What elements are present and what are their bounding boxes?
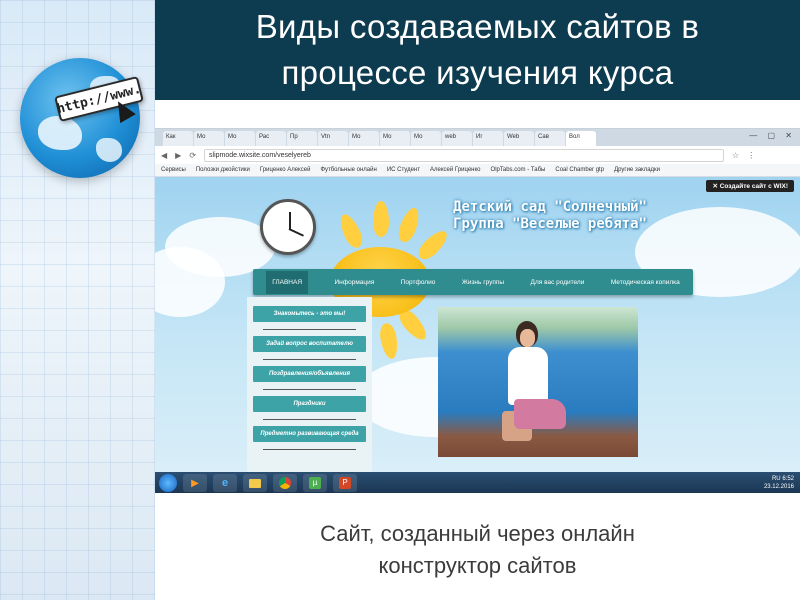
continent-shape	[96, 138, 122, 162]
left-decoration: http://www.	[0, 0, 155, 600]
browser-tab[interactable]: Мо	[380, 131, 410, 146]
caption-line1: Сайт, созданный через онлайн	[320, 521, 635, 546]
menu-icon[interactable]: ⋮	[747, 151, 755, 160]
website-content: ✕ Создайте сайт с WIX! Детский сад "Солн…	[155, 177, 800, 472]
reload-icon[interactable]: ⟳	[189, 151, 196, 160]
site-menu-item[interactable]: ГЛАВНАЯ	[266, 270, 309, 294]
bookmark-item[interactable]: Полозки джойстики	[196, 167, 250, 173]
slide-title-line1: Виды создаваемых сайтов в	[255, 8, 700, 45]
system-tray[interactable]: RU 6:52 23.12.2016	[764, 475, 794, 491]
bookmark-item[interactable]: Алексей Гриценко	[430, 167, 481, 173]
browser-tab[interactable]: Вол	[566, 131, 596, 146]
browser-tab[interactable]: Vtn	[318, 131, 348, 146]
side-menu-item[interactable]: Поздравления/объявления	[253, 366, 366, 390]
utorrent-icon[interactable]: µ	[303, 474, 327, 492]
photo-person	[514, 399, 566, 429]
browser-tab[interactable]: Мо	[194, 131, 224, 146]
browser-tab[interactable]: Сав	[535, 131, 565, 146]
browser-tab[interactable]: Пр	[287, 131, 317, 146]
bookmarks-bar: Сервисы Полозки джойстики Гриценко Алексей…	[155, 164, 800, 177]
slide-title: Виды создаваемых сайтов в процессе изуче…	[256, 4, 700, 96]
browser-tab[interactable]: Рас	[256, 131, 286, 146]
address-bar: ◀ ▶ ⟳ slipmode.wixsite.com/veselyereb ☆ …	[155, 146, 800, 164]
side-menu-item[interactable]: Задай вопрос воспитателю	[253, 336, 366, 360]
browser-screenshot: Как Мо Мо Рас Пр Vtn Мо Мо Мо web Иг Web Сав Вол — ▢ …	[155, 128, 800, 493]
browser-tab[interactable]: Web	[504, 131, 534, 146]
chrome-icon[interactable]	[273, 474, 297, 492]
site-title-line2: Группа "Веселые ребята"	[453, 216, 647, 232]
browser-tab[interactable]: Мо	[349, 131, 379, 146]
powerpoint-icon[interactable]: P	[333, 474, 357, 492]
site-menu-item[interactable]: Для вас родители	[531, 279, 585, 286]
fountain-photo	[438, 307, 638, 457]
wix-banner[interactable]: ✕ Создайте сайт с WIX!	[706, 180, 794, 192]
side-menu-item[interactable]: Предметно развивающая среда	[253, 426, 366, 450]
file-explorer-icon[interactable]	[243, 474, 267, 492]
window-controls[interactable]: — ▢ ✕	[749, 131, 796, 140]
clock-minute-hand	[288, 228, 304, 237]
sun-ray	[377, 321, 401, 361]
internet-explorer-icon[interactable]: e	[213, 474, 237, 492]
side-menu-item[interactable]: Знакомьтесь - это мы!	[253, 306, 366, 330]
bookmark-item[interactable]: Другие закладки	[614, 167, 660, 173]
url-input[interactable]: slipmode.wixsite.com/veselyereb	[204, 148, 725, 162]
slide: http://www. Виды создаваемых сайтов в пр…	[0, 0, 800, 600]
browser-tab[interactable]: Мо	[225, 131, 255, 146]
bookmark-item[interactable]: OlpTabs.com - Табы	[491, 167, 546, 173]
browser-tab[interactable]: web	[442, 131, 472, 146]
sun-ray	[373, 201, 389, 237]
tray-lang[interactable]: RU	[772, 476, 781, 482]
bookmark-item[interactable]: Гриценко Алексей	[260, 167, 311, 173]
start-button[interactable]	[159, 474, 177, 492]
photo-person	[508, 347, 548, 405]
bookmark-item[interactable]: Сервисы	[161, 167, 186, 173]
site-title: Детский сад "Солнечный" Группа "Веселые …	[405, 199, 695, 233]
site-main-menu: ГЛАВНАЯ Информация Портфолио Жизнь группы Дл…	[253, 269, 693, 295]
photo-person	[520, 329, 535, 347]
browser-tab[interactable]: Мо	[411, 131, 441, 146]
media-player-icon[interactable]: ▶	[183, 474, 207, 492]
bookmark-item[interactable]: Футбольные онлайн	[320, 167, 376, 173]
browser-tab[interactable]: Иг	[473, 131, 503, 146]
side-menu-item[interactable]: Праздники	[253, 396, 366, 420]
back-icon[interactable]: ◀	[161, 151, 167, 160]
windows-taskbar: ▶ e µ P RU 6:52 23.12.2016	[155, 472, 800, 493]
forward-icon[interactable]: ▶	[175, 151, 181, 160]
bookmark-item[interactable]: ИС Студент	[387, 167, 420, 173]
site-title-line1: Детский сад "Солнечный"	[453, 199, 647, 215]
site-menu-item[interactable]: Жизнь группы	[462, 279, 504, 286]
site-menu-item[interactable]: Методическая копилка	[611, 279, 680, 286]
browser-tab-bar: Как Мо Мо Рас Пр Vtn Мо Мо Мо web Иг Web Сав Вол	[155, 129, 800, 146]
clock-icon	[260, 199, 316, 255]
site-menu-item[interactable]: Портфолио	[401, 279, 436, 286]
tray-time: 6:52	[782, 476, 794, 482]
site-side-menu: Знакомьтесь - это мы! Задай вопрос воспит…	[247, 297, 372, 472]
star-icon[interactable]: ☆	[732, 151, 739, 160]
site-menu-item[interactable]: Информация	[335, 279, 375, 286]
tray-date: 23.12.2016	[763, 484, 794, 490]
slide-title-line2: процессе изучения курса	[281, 54, 674, 91]
browser-tab[interactable]: Как	[163, 131, 193, 146]
continent-shape	[38, 116, 82, 150]
title-bar: Виды создаваемых сайтов в процессе изуче…	[155, 0, 800, 100]
caption-line2: конструктор сайтов	[378, 553, 577, 578]
sun-ray	[336, 211, 366, 251]
bookmark-item[interactable]: Coal Chamber gtp	[555, 167, 604, 173]
slide-caption: Сайт, созданный через онлайн конструктор…	[155, 518, 800, 582]
